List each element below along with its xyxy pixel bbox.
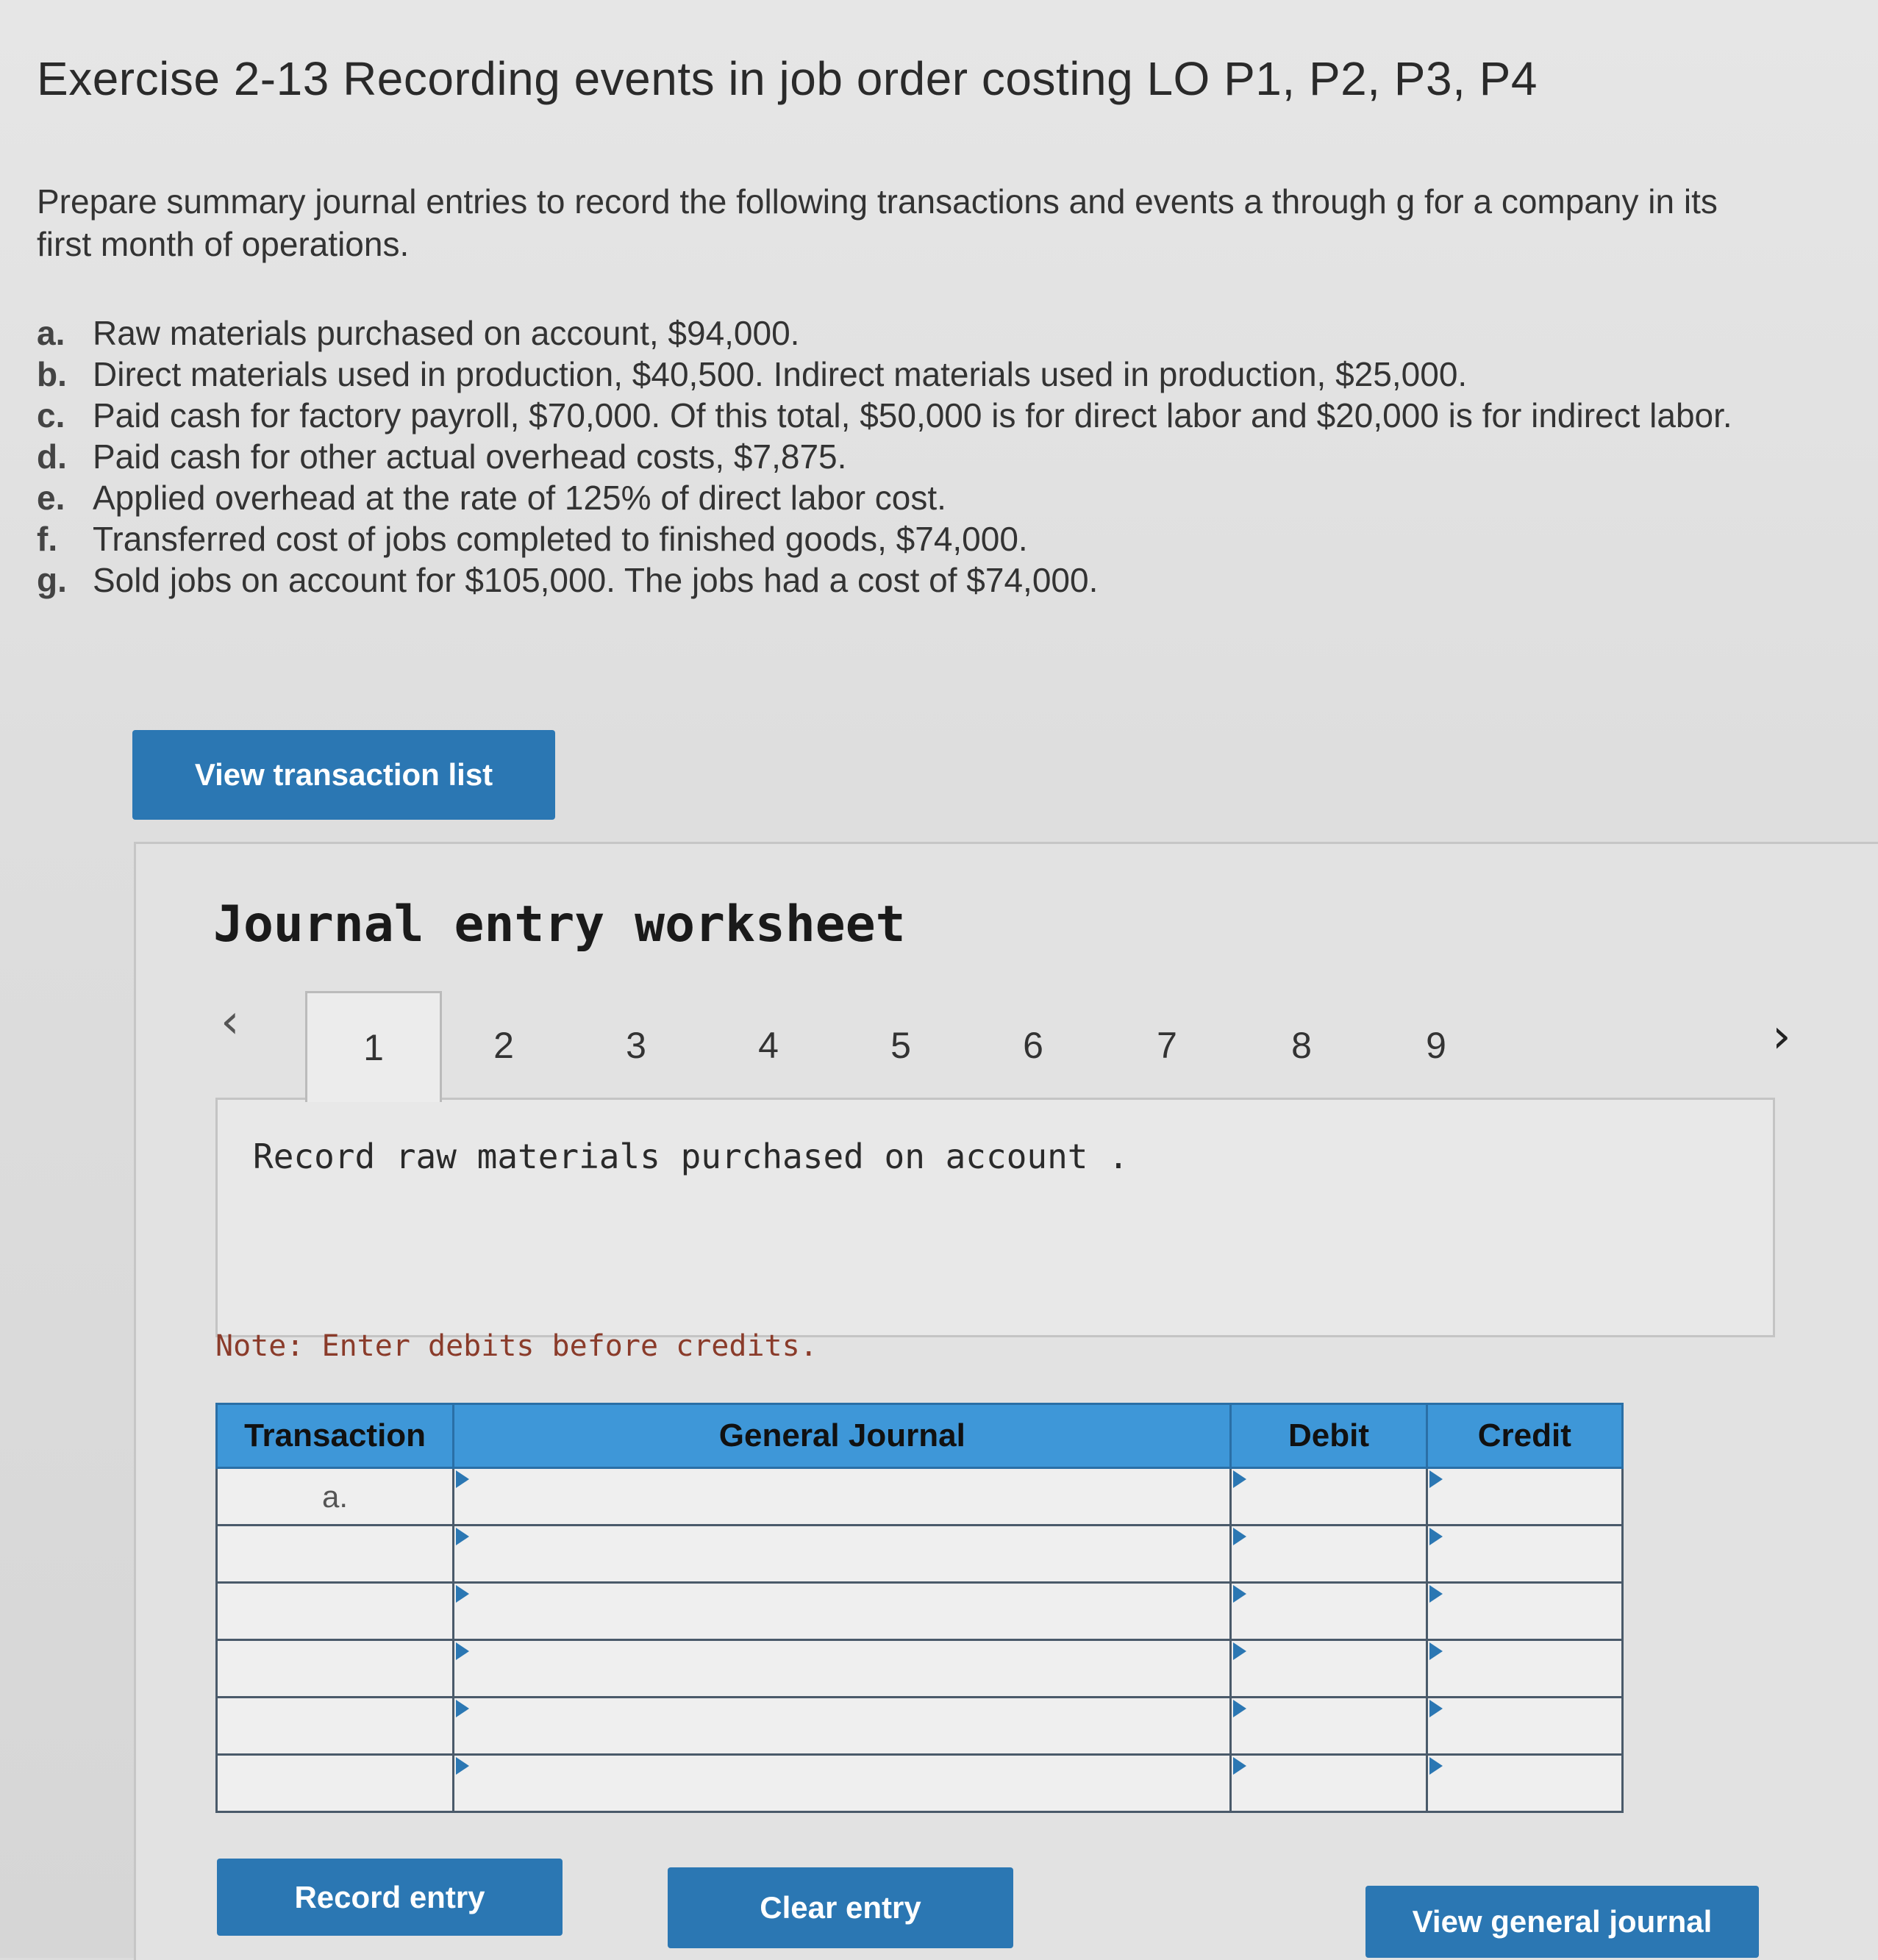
transaction-cell [215, 1753, 455, 1813]
tab-4[interactable]: 4 [702, 991, 835, 1100]
chevron-left-icon[interactable]: ‹ [221, 995, 240, 1049]
list-item: d. Paid cash for other actual overhead c… [37, 436, 1765, 477]
credit-input[interactable] [1425, 1696, 1624, 1756]
account-select[interactable] [452, 1753, 1232, 1813]
transaction-cell [215, 1581, 455, 1641]
table-row [215, 1753, 1624, 1813]
list-item: e. Applied overhead at the rate of 125% … [37, 477, 1765, 518]
tab-8[interactable]: 8 [1235, 991, 1368, 1100]
journal-table: Transaction General Journal Debit Credit… [215, 1403, 1624, 1813]
event-letter: g. [37, 561, 67, 599]
credit-input[interactable] [1425, 1524, 1624, 1584]
debit-input[interactable] [1229, 1581, 1428, 1641]
clear-entry-button[interactable]: Clear entry [668, 1867, 1013, 1948]
list-item: b. Direct materials used in production, … [37, 354, 1765, 395]
transaction-cell: a. [215, 1467, 455, 1526]
list-item: f. Transferred cost of jobs completed to… [37, 518, 1765, 559]
tab-3[interactable]: 3 [570, 991, 702, 1100]
header-transaction: Transaction [215, 1403, 455, 1469]
record-entry-button[interactable]: Record entry [217, 1859, 563, 1936]
debit-input[interactable] [1229, 1467, 1428, 1526]
event-letter: c. [37, 396, 65, 434]
credit-input[interactable] [1425, 1753, 1624, 1813]
instruction-text: Record raw materials purchased on accoun… [253, 1137, 1129, 1176]
event-letter: f. [37, 520, 58, 558]
debit-input[interactable] [1229, 1753, 1428, 1813]
table-header-row: Transaction General Journal Debit Credit [215, 1403, 1624, 1469]
header-debit: Debit [1229, 1403, 1428, 1469]
event-text: Paid cash for factory payroll, $70,000. … [93, 396, 1732, 434]
view-transaction-list-button[interactable]: View transaction list [132, 730, 555, 820]
credit-input[interactable] [1425, 1581, 1624, 1641]
tab-2[interactable]: 2 [438, 991, 570, 1100]
journal-entry-worksheet: Journal entry worksheet ‹ 1 2 3 4 5 6 7 … [134, 842, 1878, 1960]
header-general-journal: General Journal [452, 1403, 1232, 1469]
exercise-intro: Prepare summary journal entries to recor… [37, 182, 1718, 263]
instruction-box: Record raw materials purchased on accoun… [215, 1098, 1775, 1337]
table-row [215, 1524, 1624, 1584]
account-select[interactable] [452, 1467, 1232, 1526]
transaction-cell [215, 1696, 455, 1756]
tab-9[interactable]: 9 [1370, 991, 1502, 1100]
tab-5[interactable]: 5 [835, 991, 967, 1100]
account-select[interactable] [452, 1524, 1232, 1584]
tab-7[interactable]: 7 [1101, 991, 1233, 1100]
account-select[interactable] [452, 1581, 1232, 1641]
event-letter: e. [37, 479, 65, 517]
account-select[interactable] [452, 1696, 1232, 1756]
exercise-page: Exercise 2-13 Recording events in job or… [0, 0, 1878, 1960]
event-letter: a. [37, 314, 65, 352]
view-general-journal-button[interactable]: View general journal [1365, 1886, 1759, 1958]
exercise-title: Exercise 2-13 Recording events in job or… [37, 52, 1538, 105]
table-row [215, 1639, 1624, 1698]
event-letter: b. [37, 355, 67, 393]
event-text: Direct materials used in production, $40… [93, 355, 1468, 393]
event-text: Paid cash for other actual overhead cost… [93, 437, 847, 476]
debit-input[interactable] [1229, 1524, 1428, 1584]
event-letter: d. [37, 437, 67, 476]
table-row [215, 1696, 1624, 1756]
note-text: Note: Enter debits before credits. [215, 1329, 818, 1363]
account-select[interactable] [452, 1639, 1232, 1698]
event-text: Applied overhead at the rate of 125% of … [93, 479, 946, 517]
table-row [215, 1581, 1624, 1641]
chevron-right-icon[interactable]: › [1772, 1009, 1791, 1064]
event-text: Transferred cost of jobs completed to fi… [93, 520, 1028, 558]
transaction-cell [215, 1639, 455, 1698]
credit-input[interactable] [1425, 1467, 1624, 1526]
header-credit: Credit [1425, 1403, 1624, 1469]
event-text: Sold jobs on account for $105,000. The j… [93, 561, 1099, 599]
worksheet-title: Journal entry worksheet [213, 895, 906, 954]
events-list: a. Raw materials purchased on account, $… [37, 312, 1765, 601]
list-item: c. Paid cash for factory payroll, $70,00… [37, 395, 1765, 436]
debit-input[interactable] [1229, 1639, 1428, 1698]
event-text: Raw materials purchased on account, $94,… [93, 314, 800, 352]
credit-input[interactable] [1425, 1639, 1624, 1698]
transaction-cell [215, 1524, 455, 1584]
tab-1[interactable]: 1 [305, 991, 442, 1102]
list-item: a. Raw materials purchased on account, $… [37, 312, 1765, 354]
table-row: a. [215, 1467, 1624, 1526]
debit-input[interactable] [1229, 1696, 1428, 1756]
tab-6[interactable]: 6 [967, 991, 1099, 1100]
list-item: g. Sold jobs on account for $105,000. Th… [37, 559, 1765, 601]
